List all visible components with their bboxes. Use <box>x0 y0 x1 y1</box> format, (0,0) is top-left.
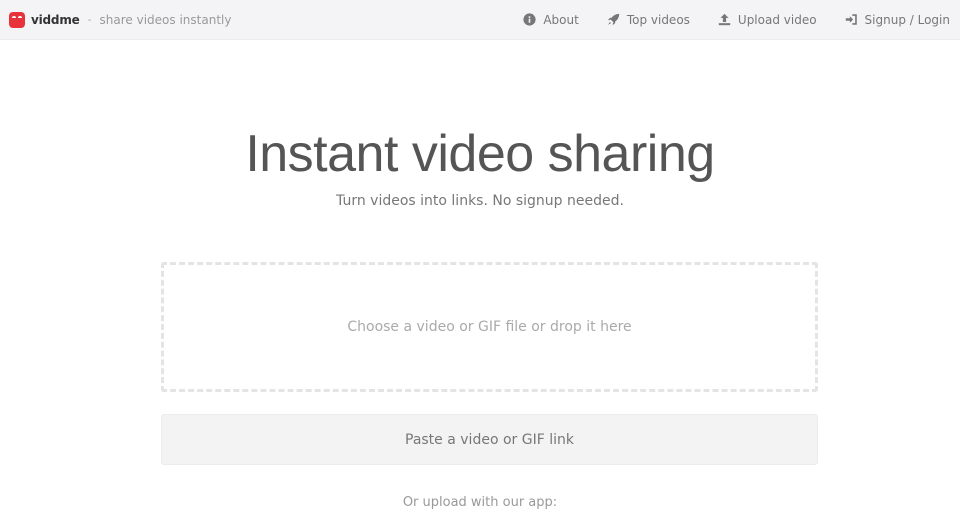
nav-top-videos-link[interactable]: Top videos <box>607 13 690 27</box>
brand-separator: - <box>87 13 92 26</box>
hero-title: Instant video sharing <box>245 125 715 183</box>
upload-icon <box>718 13 731 26</box>
nav-upload-video-link[interactable]: Upload video <box>718 13 817 27</box>
rocket-icon <box>607 13 619 26</box>
paste-link-label: Paste a video or GIF link <box>405 431 574 448</box>
nav-top-videos-label: Top videos <box>626 12 690 27</box>
nav-about-link[interactable]: About <box>523 12 579 27</box>
brand-name[interactable]: viddme <box>31 13 80 27</box>
nav-upload-video-label: Upload video <box>737 12 817 27</box>
nav-signup-login-label: Signup / Login <box>864 12 950 27</box>
app-upload-text: Or upload with our app: <box>402 495 558 510</box>
nav-signup-login-link[interactable]: Signup / Login <box>845 13 950 27</box>
viddme-logo-icon[interactable] <box>9 11 25 28</box>
nav-about-label: About <box>543 12 579 27</box>
paste-link-button[interactable]: Paste a video or GIF link <box>161 414 818 465</box>
brand[interactable]: viddme - share videos instantly <box>9 11 232 28</box>
sign-in-icon <box>845 14 857 25</box>
info-icon <box>523 13 536 26</box>
dropzone-text: Choose a video or GIF file or drop it he… <box>347 319 632 335</box>
hero-subtitle: Turn videos into links. No signup needed… <box>336 193 624 209</box>
file-dropzone[interactable]: Choose a video or GIF file or drop it he… <box>161 262 818 392</box>
top-navigation-bar: viddme - share videos instantly About To… <box>0 0 960 40</box>
brand-tagline: share videos instantly <box>99 12 232 27</box>
main-nav: About Top videos Upload video Signup / L… <box>495 13 950 27</box>
